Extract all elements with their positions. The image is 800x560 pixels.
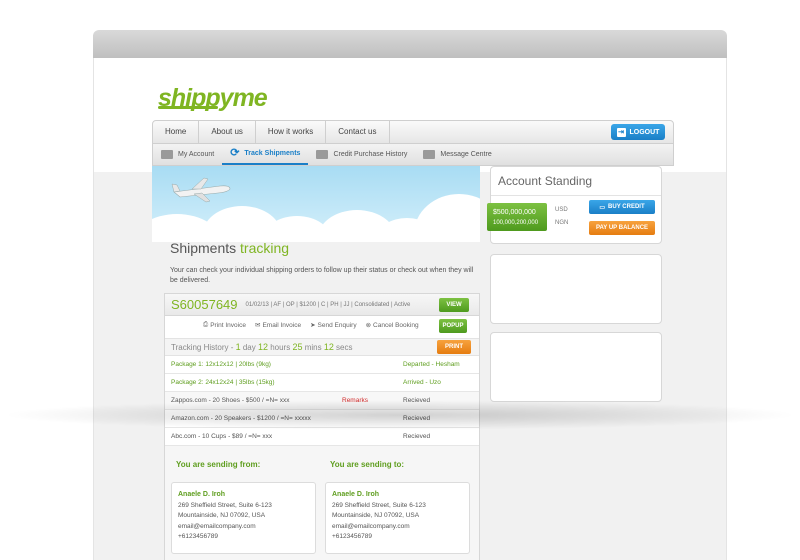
logo-swoosh bbox=[158, 106, 218, 109]
usd-label: USD bbox=[555, 207, 568, 213]
envelope-icon: ✉ bbox=[254, 322, 261, 329]
cancel-icon: ⊗ bbox=[365, 322, 372, 329]
page-title: Shipments tracking bbox=[170, 240, 290, 256]
nav-home[interactable]: Home bbox=[153, 121, 200, 143]
logo[interactable]: shippyme bbox=[158, 84, 268, 113]
view-button[interactable]: VIEW bbox=[439, 298, 469, 312]
logout-button[interactable]: ⇥ LOGOUT bbox=[611, 124, 665, 140]
shipment-actions: ⎙ Print Invoice ✉ Email Invoice ➤ Send Enqu… bbox=[203, 321, 419, 329]
side-panel-1 bbox=[490, 254, 662, 324]
table-row: Abc.com - 10 Cups - $89 / =N= xxx Recieve… bbox=[165, 428, 479, 446]
from-address-card: Anaele D. Iroh 269 Sheffield Street, Sui… bbox=[171, 482, 316, 554]
shipment-header: S60057649 01/02/13 | AF | OP | $1200 | C… bbox=[165, 294, 479, 316]
table-row: Amazon.com - 20 Speakers - $1200 / =N= x… bbox=[165, 410, 479, 428]
logout-icon: ⇥ bbox=[616, 127, 626, 137]
action-label: Email Invoice bbox=[262, 321, 302, 329]
to-address-card: Anaele D. Iroh 269 Sheffield Street, Sui… bbox=[325, 482, 470, 554]
balance-badge: $500,000,000 100,000,200,000 bbox=[487, 203, 547, 231]
card-icon bbox=[316, 150, 329, 159]
ngn-balance: 100,000,200,000 bbox=[493, 220, 539, 226]
send-icon: ➤ bbox=[310, 322, 316, 329]
email-invoice-link[interactable]: ✉ Email Invoice bbox=[254, 321, 302, 330]
usd-balance: $500,000,000 bbox=[493, 209, 536, 216]
remarks-link[interactable]: Remarks bbox=[342, 397, 368, 404]
chat-icon bbox=[423, 150, 436, 159]
card-icon: ▭ bbox=[599, 204, 606, 211]
table-row: Package 1: 12x12x12 | 20lbs (9kg) Departe… bbox=[165, 356, 479, 374]
action-label: Cancel Booking bbox=[373, 321, 419, 329]
nav-contact[interactable]: Contact us bbox=[326, 121, 390, 143]
page: shippyme Home About us How it works Cont… bbox=[0, 0, 800, 560]
shipment-card: S60057649 01/02/13 | AF | OP | $1200 | C… bbox=[164, 293, 480, 560]
nav-about[interactable]: About us bbox=[199, 121, 256, 143]
nav-how-it-works[interactable]: How it works bbox=[256, 121, 327, 143]
tab-message-centre[interactable]: Message Centre bbox=[415, 144, 499, 165]
tab-label: Message Centre bbox=[440, 151, 492, 158]
popup-button[interactable]: POPUP bbox=[439, 319, 467, 333]
side-panel-2 bbox=[490, 332, 662, 402]
intro-text: Your can check your individual shipping … bbox=[170, 267, 474, 284]
refresh-icon: ⟳ bbox=[230, 147, 240, 159]
send-enquiry-link[interactable]: ➤ Send Enquiry bbox=[310, 321, 357, 330]
pay-balance-button[interactable]: PAY UP BALANCE bbox=[589, 221, 655, 235]
browser-frame-top bbox=[93, 30, 727, 60]
addresses-area: You are sending from: You are sending to… bbox=[165, 446, 479, 560]
tab-credit-history[interactable]: Credit Purchase History bbox=[308, 144, 415, 165]
tab-track-shipments[interactable]: ⟳ Track Shipments bbox=[222, 144, 309, 165]
print-invoice-link[interactable]: ⎙ Print Invoice bbox=[203, 321, 246, 329]
shipment-id: S60057649 bbox=[171, 297, 238, 312]
action-label: Send Enquiry bbox=[317, 321, 357, 329]
top-nav: Home About us How it works Contact us ⇥ … bbox=[152, 120, 674, 144]
logout-label: LOGOUT bbox=[629, 128, 660, 136]
account-standing-panel: Account Standing $500,000,000 100,000,20… bbox=[487, 166, 662, 244]
wallet-icon bbox=[161, 150, 173, 159]
sky-banner bbox=[152, 166, 480, 242]
buy-credit-button[interactable]: ▭ BUY CREDIT bbox=[589, 200, 655, 214]
tracking-history: Tracking History - 1 day 12 hours 25 min… bbox=[165, 338, 479, 356]
tab-label: Track Shipments bbox=[244, 150, 301, 157]
action-label: Print Invoice bbox=[210, 321, 246, 329]
table-row: Zappos.com - 20 Shoes - $500 / =N= xxx Re… bbox=[165, 392, 479, 410]
table-row: Package 2: 24x12x24 | 35lbs (15kg) Arrive… bbox=[165, 374, 479, 392]
sending-from-heading: You are sending from: bbox=[176, 460, 261, 469]
tab-my-account[interactable]: My Account bbox=[153, 144, 222, 165]
printer-icon: ⎙ bbox=[203, 321, 209, 328]
cancel-booking-link[interactable]: ⊗ Cancel Booking bbox=[365, 321, 419, 330]
ngn-label: NGN bbox=[555, 220, 569, 226]
sending-to-heading: You are sending to: bbox=[330, 460, 405, 469]
tab-label: Credit Purchase History bbox=[333, 151, 408, 158]
airplane-icon bbox=[171, 177, 231, 203]
print-button[interactable]: PRINT bbox=[437, 340, 471, 354]
shipment-meta: 01/02/13 | AF | OP | $1200 | C | PH | JJ… bbox=[245, 301, 411, 308]
tab-label: My Account bbox=[178, 151, 215, 158]
account-title: Account Standing bbox=[498, 174, 593, 188]
sub-nav: My Account ⟳ Track Shipments Credit Purc… bbox=[152, 144, 674, 166]
tracking-rows: Package 1: 12x12x12 | 20lbs (9kg) Departe… bbox=[165, 356, 479, 446]
